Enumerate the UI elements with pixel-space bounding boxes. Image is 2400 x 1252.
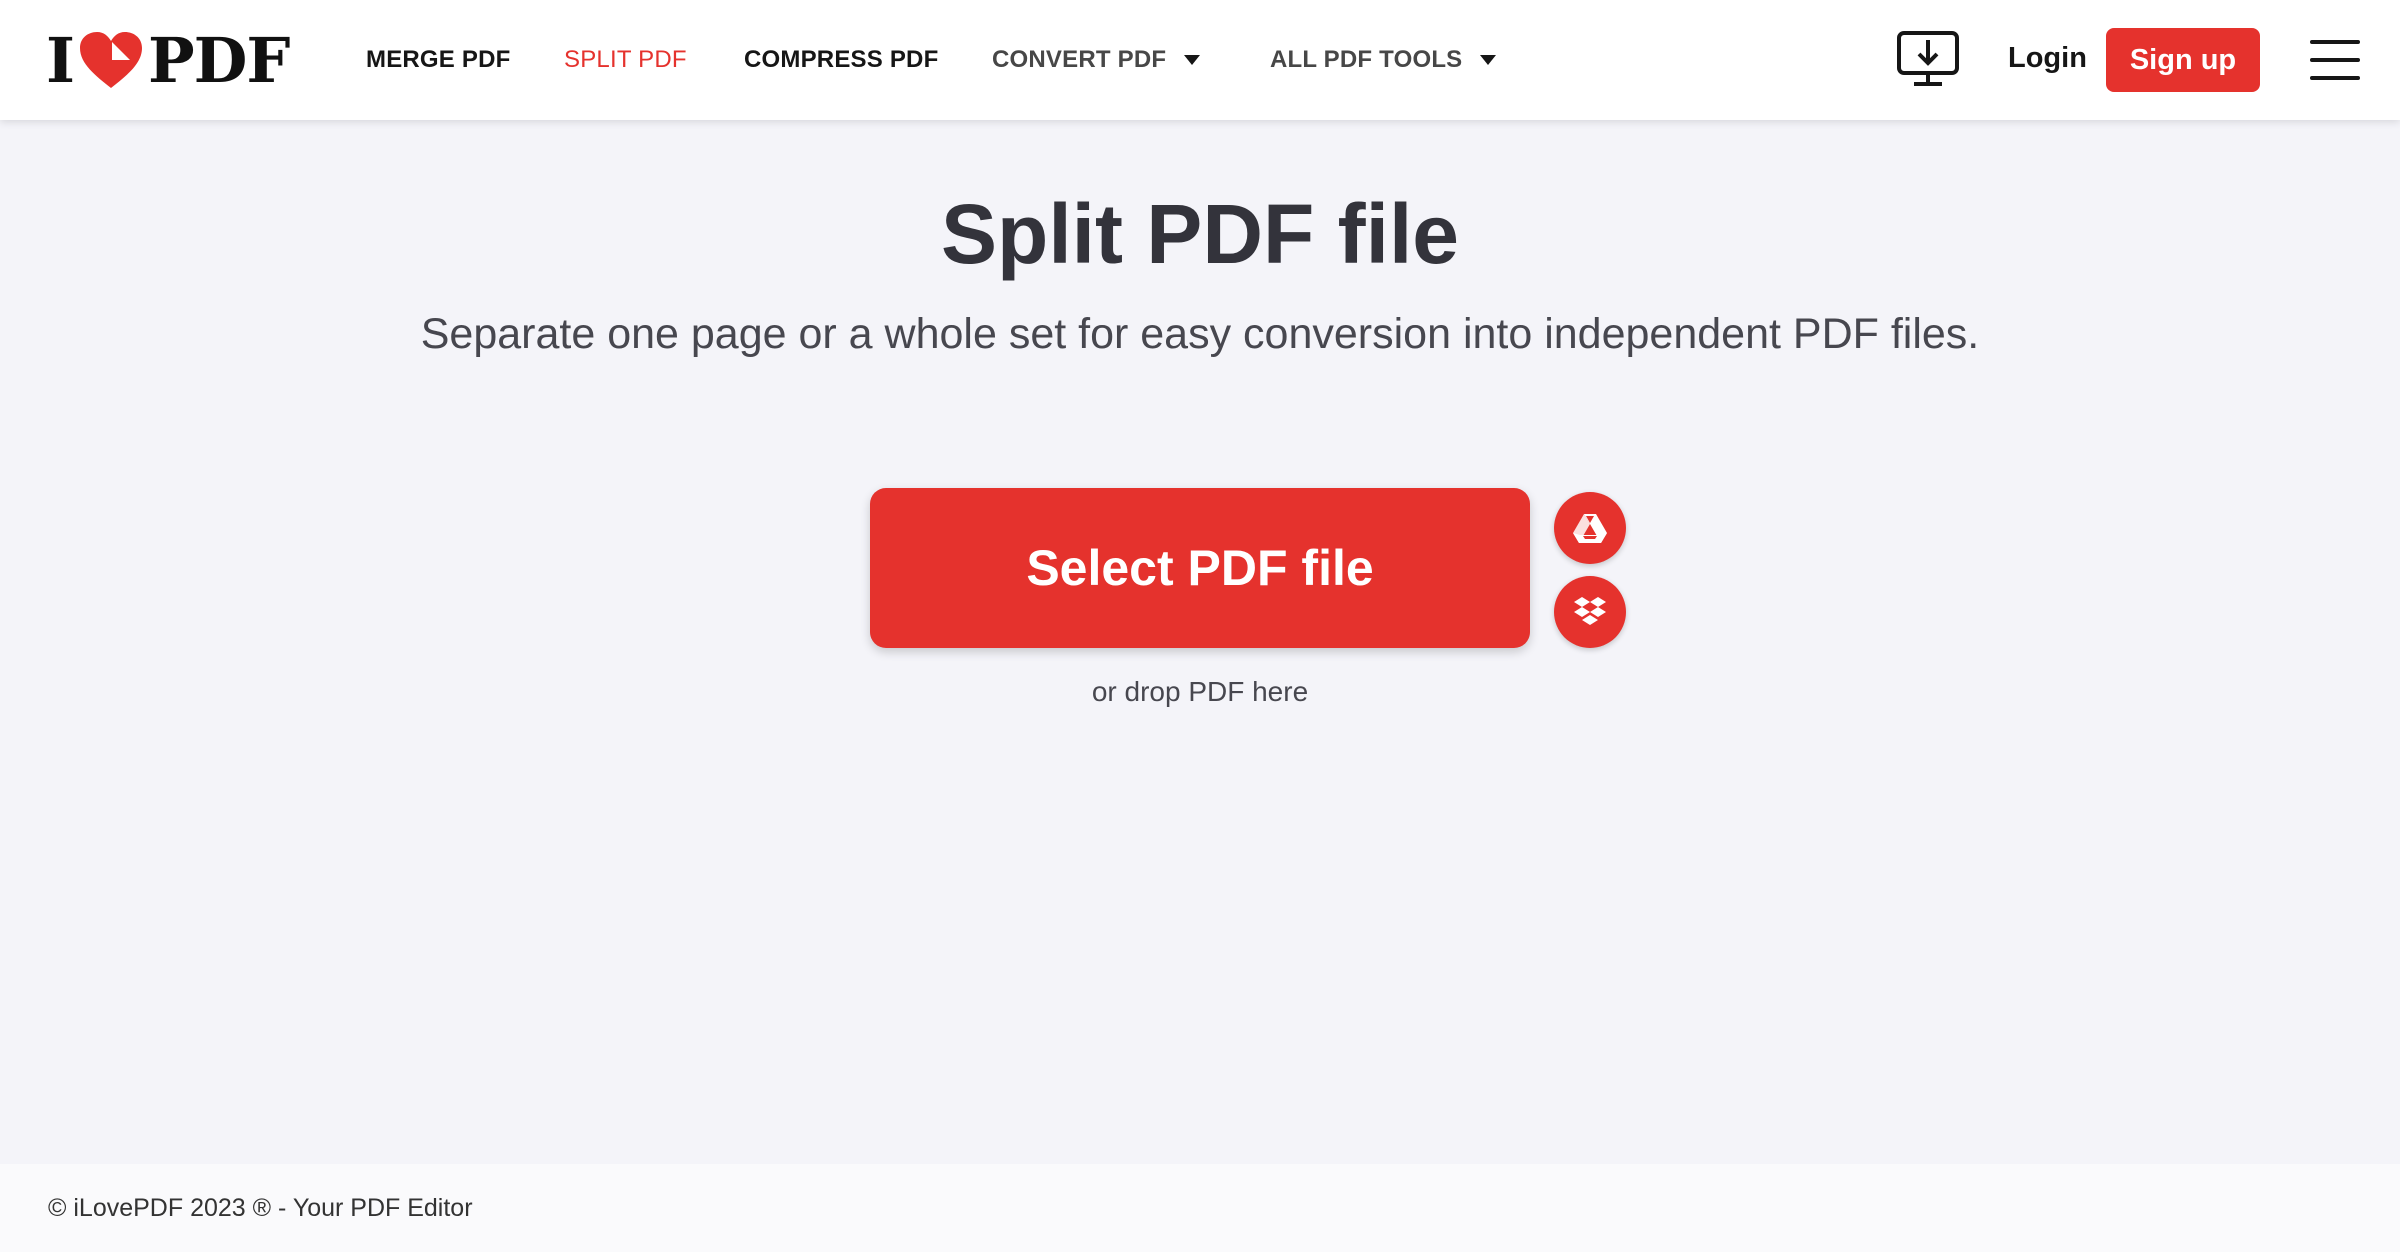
nav-merge-pdf[interactable]: MERGE PDF (366, 46, 510, 74)
nav-split-pdf[interactable]: SPLIT PDF (564, 46, 687, 74)
nav-compress-pdf[interactable]: COMPRESS PDF (744, 46, 938, 74)
heart-logo-icon (76, 30, 146, 90)
hamburger-menu-button[interactable] (2310, 40, 2360, 80)
dropbox-icon (1574, 597, 1606, 625)
nav-merge-pdf-label: MERGE PDF (366, 46, 511, 73)
page-title: Split PDF file (940, 187, 1460, 281)
menu-line (2310, 76, 2360, 80)
page-footer: © iLovePDF 2023 ® - Your PDF Editor (0, 1164, 2400, 1252)
menu-line (2310, 58, 2360, 62)
desktop-download-button[interactable] (1896, 30, 1960, 90)
select-pdf-file-button[interactable]: Select PDF file (870, 488, 1530, 648)
signup-button[interactable]: Sign up (2106, 28, 2260, 92)
caret-down-icon (1480, 55, 1497, 65)
nav-all-pdf-tools-dropdown[interactable]: ALL PDF TOOLS (1270, 46, 1497, 74)
desktop-download-icon (1897, 31, 1959, 86)
drop-hint-text: or drop PDF here (1091, 676, 1309, 707)
logo-letter-i: I (46, 23, 75, 97)
google-drive-icon (1573, 514, 1607, 543)
login-link[interactable]: Login (2008, 42, 2087, 75)
menu-line (2310, 40, 2360, 44)
ilovepdf-logo[interactable]: I PDF (46, 24, 290, 97)
nav-compress-pdf-label: COMPRESS PDF (744, 46, 939, 73)
google-drive-button[interactable] (1554, 492, 1626, 564)
nav-split-pdf-label: SPLIT PDF (564, 46, 687, 73)
caret-down-icon (1184, 55, 1201, 65)
nav-all-pdf-tools-label: ALL PDF TOOLS (1270, 46, 1463, 73)
footer-copyright: © iLovePDF 2023 ® - Your PDF Editor (48, 1194, 473, 1222)
logo-letters-pdf: PDF (148, 23, 290, 97)
top-header: I PDF MERGE PDF SPLIT PDF COMPRESS PDF C… (0, 0, 2400, 120)
page-subtitle: Separate one page or a whole set for eas… (420, 310, 1980, 358)
nav-convert-pdf-label: CONVERT PDF (992, 46, 1167, 73)
nav-convert-pdf-dropdown[interactable]: CONVERT PDF (992, 46, 1201, 74)
dropbox-button[interactable] (1554, 576, 1626, 648)
